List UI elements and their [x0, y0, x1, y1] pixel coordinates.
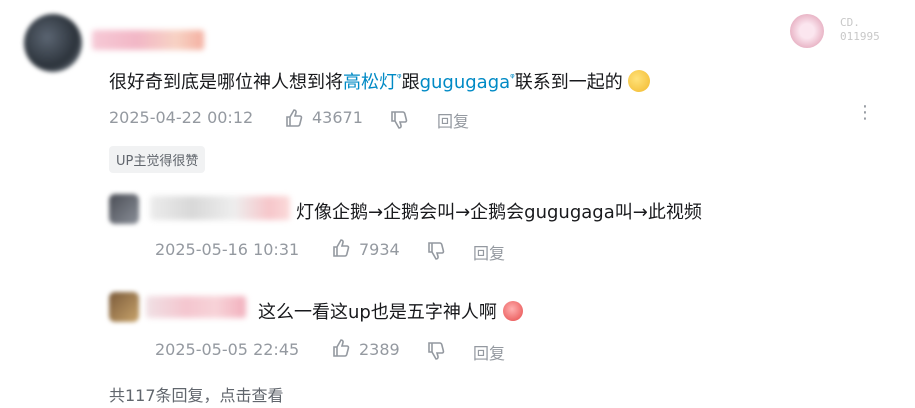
comment-text: 很好奇到底是哪位神人想到将高松灯ᵠ跟gugugagaᵠ联系到一起的 — [109, 68, 651, 94]
thumbs-up-icon[interactable] — [331, 238, 351, 258]
reply-avatar[interactable] — [109, 292, 139, 322]
like-count: 43671 — [312, 108, 363, 127]
username[interactable] — [92, 30, 204, 50]
thumbs-down-icon[interactable] — [426, 241, 446, 261]
comment-text-mid: 跟 — [401, 72, 420, 93]
up-liked-badge: UP主觉得很赞 — [109, 146, 206, 173]
topic-link-gugugaga[interactable]: gugugaga — [420, 72, 511, 93]
reply-date: 2025-05-16 10:31 — [155, 240, 300, 259]
reply-like-count: 7934 — [359, 240, 400, 259]
reply-username[interactable] — [146, 296, 246, 318]
comment-text-before: 很好奇到底是哪位神人想到将 — [109, 72, 343, 93]
topic-link-gaosongdeng[interactable]: 高松灯 — [343, 72, 397, 93]
comment-date: 2025-04-22 00:12 — [109, 108, 254, 127]
reply-username[interactable] — [150, 196, 290, 220]
reply-like-count: 2389 — [359, 340, 400, 359]
thumbs-down-icon[interactable] — [389, 110, 409, 130]
reply-button[interactable]: 回复 — [473, 340, 505, 364]
thumbs-up-icon[interactable] — [331, 338, 351, 358]
comment-text-after: 联系到一起的 — [514, 72, 623, 93]
avatar[interactable] — [24, 14, 82, 72]
reply-date: 2025-05-05 22:45 — [155, 340, 300, 359]
fan-badge-number: CD. 011995 — [840, 16, 880, 43]
view-more-replies-link[interactable]: 共117条回复，点击查看 — [109, 382, 284, 406]
thinking-face-icon — [628, 70, 651, 92]
thumbs-down-icon[interactable] — [426, 341, 446, 361]
reply-button[interactable]: 回复 — [473, 240, 505, 264]
reply-avatar[interactable] — [109, 194, 139, 224]
reply-text: 这么一看这up也是五字神人啊 — [258, 298, 523, 324]
reply-text-body: 这么一看这up也是五字神人啊 — [258, 302, 497, 323]
fan-badge: CD. 011995 — [790, 14, 890, 50]
reply-button[interactable]: 回复 — [437, 108, 469, 132]
angry-face-icon — [502, 301, 523, 321]
reply-text: 灯像企鹅→企鹅会叫→企鹅会gugugaga叫→此视频 — [296, 202, 702, 223]
more-options-icon[interactable]: ⋮ — [856, 104, 874, 122]
thumbs-up-icon[interactable] — [284, 108, 304, 128]
fan-badge-icon — [790, 14, 824, 48]
